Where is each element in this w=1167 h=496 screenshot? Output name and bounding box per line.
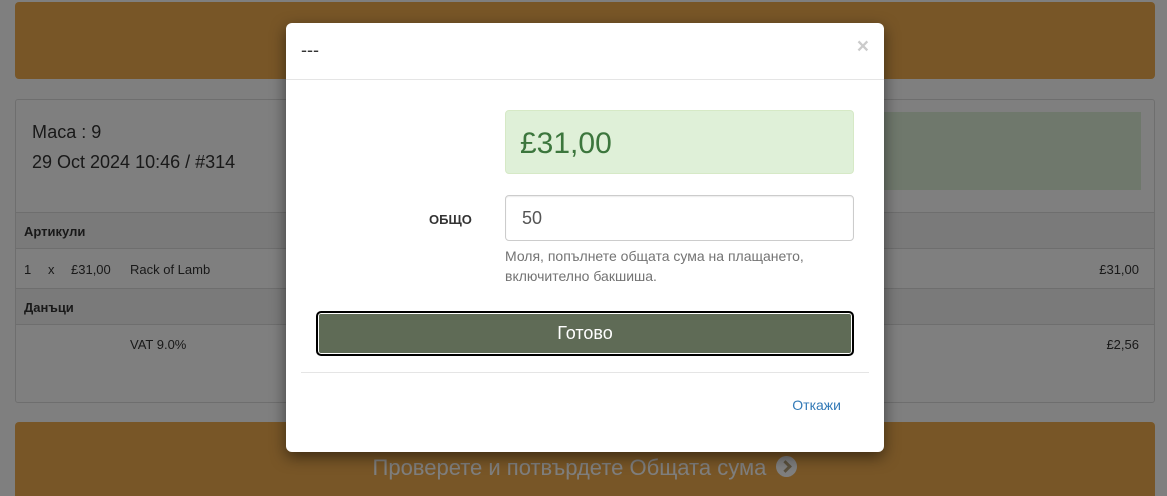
payment-modal: --- × £31,00 ОБЩО Моля, попълнете общата… [286,23,884,452]
total-amount-input[interactable] [505,195,854,241]
done-button[interactable]: Готово [316,311,854,356]
cancel-link[interactable]: Откажи [792,397,841,413]
total-help-text: Моля, попълнете общата сума на плащането… [505,248,804,284]
total-field-label: ОБЩО [429,212,472,227]
close-icon[interactable]: × [857,36,869,57]
modal-header: --- × [286,23,884,80]
modal-footer-divider [301,372,869,373]
modal-title: --- [301,40,319,60]
total-amount-display: £31,00 [505,110,854,174]
